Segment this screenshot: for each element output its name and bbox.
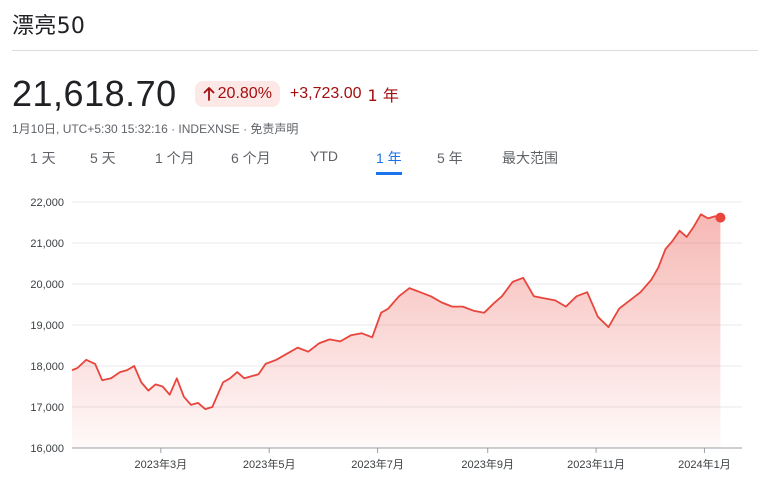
page-title: 漂亮50 bbox=[12, 14, 86, 39]
x-tick-label: 2024年1月 bbox=[678, 457, 731, 471]
absolute-change: +3,723.00 bbox=[289, 85, 362, 102]
y-tick-label: 20,000 bbox=[30, 279, 64, 291]
price-chart[interactable]: 16,000 17,000 18,000 19,000 20,000 21,000 22,0… bbox=[0, 180, 758, 487]
x-tick-label: 2023年7月 bbox=[351, 457, 404, 471]
x-tick-label: 2023年5月 bbox=[243, 457, 296, 471]
x-tick-label: 2023年11月 bbox=[567, 457, 625, 471]
tab-1d[interactable]: 1 天 bbox=[30, 148, 56, 172]
series-area-fill bbox=[72, 214, 721, 448]
percent-change-value: 20.80% bbox=[217, 85, 272, 102]
y-tick-label: 19,000 bbox=[30, 320, 64, 332]
tab-max[interactable]: 最大范围 bbox=[502, 148, 558, 172]
y-tick-label: 18,000 bbox=[30, 361, 64, 373]
x-tick-label: 2023年3月 bbox=[135, 457, 188, 471]
y-tick-label: 22,000 bbox=[30, 197, 64, 209]
x-tick-label: 2023年9月 bbox=[461, 457, 514, 471]
y-tick-label: 16,000 bbox=[30, 443, 64, 455]
tab-1y[interactable]: 1 年 bbox=[376, 148, 402, 175]
tab-ytd[interactable]: YTD bbox=[310, 148, 338, 168]
last-point-marker bbox=[715, 212, 726, 223]
quote-meta: 1月10日, UTC+5:30 15:32:16 · INDEXNSE · 免责… bbox=[12, 122, 299, 136]
percent-change-badge: 20.80% bbox=[194, 81, 280, 107]
current-price: 21,618.70 bbox=[12, 73, 177, 114]
arrow-up-icon bbox=[203, 87, 215, 101]
tab-6m[interactable]: 6 个月 bbox=[231, 148, 271, 172]
y-tick-label: 17,000 bbox=[30, 402, 64, 414]
tab-5d[interactable]: 5 天 bbox=[90, 148, 116, 172]
tab-1m[interactable]: 1 个月 bbox=[155, 148, 195, 172]
tab-5y[interactable]: 5 年 bbox=[437, 148, 463, 172]
period-label: 1 年 bbox=[367, 86, 399, 105]
price-row: 21,618.70 20.80% +3,723.00 1 年 bbox=[12, 72, 399, 116]
y-tick-label: 21,000 bbox=[30, 238, 64, 250]
divider bbox=[12, 50, 758, 51]
